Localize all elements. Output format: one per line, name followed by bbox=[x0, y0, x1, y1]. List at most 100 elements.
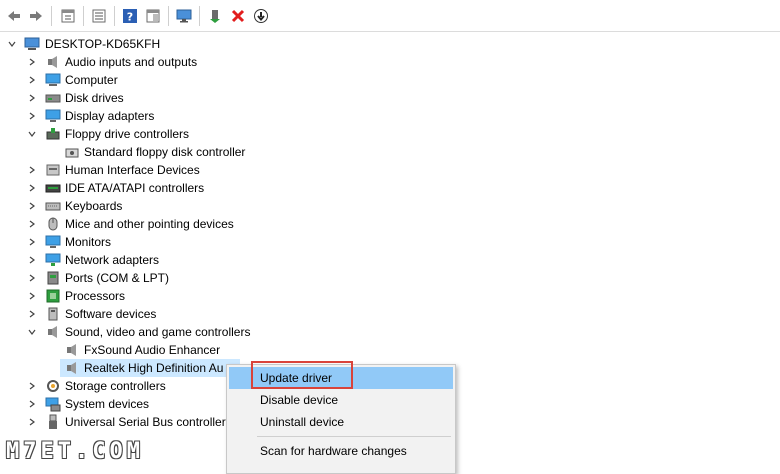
toolbar-separator bbox=[83, 6, 84, 26]
disk-icon bbox=[45, 90, 61, 106]
mouse-icon bbox=[45, 216, 61, 232]
tree-item-computer[interactable]: Computer bbox=[0, 71, 300, 89]
chevron-right-icon[interactable] bbox=[26, 395, 38, 413]
port-icon bbox=[45, 270, 61, 286]
menu-item-label: Disable device bbox=[260, 393, 339, 407]
tree-item-label: Processors bbox=[65, 289, 126, 303]
tree-item-fxsound[interactable]: FxSound Audio Enhancer bbox=[0, 341, 300, 359]
tree-item-label: Computer bbox=[65, 73, 118, 87]
storage-icon bbox=[45, 378, 61, 394]
system-device-icon bbox=[45, 396, 61, 412]
toolbar-separator bbox=[51, 6, 52, 26]
watermark: M7ET.COM bbox=[6, 439, 144, 464]
back-icon[interactable] bbox=[4, 6, 24, 26]
tree-item-label: Keyboards bbox=[65, 199, 123, 213]
tree-item-label: Universal Serial Bus controllers bbox=[65, 415, 232, 429]
tree-item-processors[interactable]: Processors bbox=[0, 287, 300, 305]
hid-icon bbox=[45, 162, 61, 178]
chevron-right-icon[interactable] bbox=[26, 233, 38, 251]
chevron-down-icon[interactable] bbox=[26, 125, 38, 143]
disable-device-menu-item[interactable]: Disable device bbox=[229, 389, 453, 411]
chevron-right-icon[interactable] bbox=[26, 287, 38, 305]
floppy-controller-icon bbox=[45, 126, 61, 142]
tree-item-keyboards[interactable]: Keyboards bbox=[0, 197, 300, 215]
tree-item-label: Mice and other pointing devices bbox=[65, 217, 234, 231]
tree-item-label: IDE ATA/ATAPI controllers bbox=[65, 181, 205, 195]
toolbar-separator bbox=[114, 6, 115, 26]
chevron-down-icon[interactable] bbox=[6, 35, 18, 53]
highlight-outline bbox=[251, 361, 353, 389]
floppy-device-icon bbox=[64, 144, 80, 160]
download-driver-icon[interactable] bbox=[251, 6, 271, 26]
chevron-down-icon[interactable] bbox=[26, 323, 38, 341]
tree-item-audio-inputs[interactable]: Audio inputs and outputs bbox=[0, 53, 300, 71]
tree-item-hid[interactable]: Human Interface Devices bbox=[0, 161, 300, 179]
help-icon[interactable]: ? bbox=[120, 6, 140, 26]
chevron-right-icon[interactable] bbox=[26, 89, 38, 107]
chevron-right-icon[interactable] bbox=[26, 251, 38, 269]
tree-item-sound-controllers[interactable]: Sound, video and game controllers bbox=[0, 323, 300, 341]
forward-icon[interactable] bbox=[26, 6, 46, 26]
tree-item-label: Disk drives bbox=[65, 91, 124, 105]
processor-icon bbox=[45, 288, 61, 304]
ide-icon bbox=[45, 180, 61, 196]
tree-item-floppy-device[interactable]: Standard floppy disk controller bbox=[0, 143, 300, 161]
menu-separator bbox=[257, 436, 451, 437]
tree-item-ports[interactable]: Ports (COM & LPT) bbox=[0, 269, 300, 287]
properties-icon[interactable] bbox=[58, 6, 78, 26]
monitor-icon bbox=[45, 234, 61, 250]
usb-icon bbox=[45, 414, 61, 430]
keyboard-icon bbox=[45, 198, 61, 214]
tree-item-network[interactable]: Network adapters bbox=[0, 251, 300, 269]
toolbar-separator bbox=[168, 6, 169, 26]
tree-item-disk-drives[interactable]: Disk drives bbox=[0, 89, 300, 107]
tree-item-label: Display adapters bbox=[65, 109, 155, 123]
monitor-scan-icon[interactable] bbox=[174, 6, 194, 26]
sound-icon bbox=[45, 324, 61, 340]
tree-item-display-adapters[interactable]: Display adapters bbox=[0, 107, 300, 125]
tree-item-floppy-controllers[interactable]: Floppy drive controllers bbox=[0, 125, 300, 143]
software-device-icon bbox=[45, 306, 61, 322]
speaker-icon bbox=[64, 360, 80, 376]
tree-item-realtek[interactable]: Realtek High Definition Au bbox=[60, 359, 240, 377]
tree-item-label: Human Interface Devices bbox=[65, 163, 200, 177]
tree-item-monitors[interactable]: Monitors bbox=[0, 233, 300, 251]
tree-item-label: System devices bbox=[65, 397, 150, 411]
chevron-right-icon[interactable] bbox=[26, 215, 38, 233]
speaker-icon bbox=[45, 54, 61, 70]
display-adapter-icon bbox=[45, 108, 61, 124]
chevron-right-icon[interactable] bbox=[26, 107, 38, 125]
tree-item-label: Ports (COM & LPT) bbox=[65, 271, 170, 285]
chevron-right-icon[interactable] bbox=[26, 305, 38, 323]
svg-text:?: ? bbox=[127, 11, 133, 24]
tree-item-label: Audio inputs and outputs bbox=[65, 55, 198, 69]
uninstall-icon[interactable] bbox=[228, 6, 248, 26]
computer-icon bbox=[45, 72, 61, 88]
scan-hardware-menu-item[interactable]: Scan for hardware changes bbox=[229, 440, 453, 462]
tree-item-label: Standard floppy disk controller bbox=[84, 145, 246, 159]
device-list-icon[interactable] bbox=[89, 6, 109, 26]
action-pane-icon[interactable] bbox=[143, 6, 163, 26]
chevron-right-icon[interactable] bbox=[26, 413, 38, 431]
tree-root-label: DESKTOP-KD65KFH bbox=[45, 37, 161, 51]
menu-item-label: Uninstall device bbox=[260, 415, 345, 429]
chevron-right-icon[interactable] bbox=[26, 71, 38, 89]
computer-icon bbox=[24, 36, 40, 52]
tree-item-mice[interactable]: Mice and other pointing devices bbox=[0, 215, 300, 233]
chevron-right-icon[interactable] bbox=[26, 53, 38, 71]
add-driver-icon[interactable] bbox=[205, 6, 225, 26]
toolbar: ? bbox=[0, 0, 780, 32]
chevron-right-icon[interactable] bbox=[26, 377, 38, 395]
toolbar-separator bbox=[199, 6, 200, 26]
chevron-right-icon[interactable] bbox=[26, 197, 38, 215]
tree-item-ide[interactable]: IDE ATA/ATAPI controllers bbox=[0, 179, 300, 197]
tree-item-label: Storage controllers bbox=[65, 379, 166, 393]
tree-item-label: Network adapters bbox=[65, 253, 160, 267]
chevron-right-icon[interactable] bbox=[26, 179, 38, 197]
chevron-right-icon[interactable] bbox=[26, 161, 38, 179]
tree-root[interactable]: DESKTOP-KD65KFH bbox=[0, 35, 300, 53]
tree-item-software-devices[interactable]: Software devices bbox=[0, 305, 300, 323]
uninstall-device-menu-item[interactable]: Uninstall device bbox=[229, 411, 453, 433]
tree-item-label: Realtek High Definition Au bbox=[84, 361, 224, 375]
chevron-right-icon[interactable] bbox=[26, 269, 38, 287]
